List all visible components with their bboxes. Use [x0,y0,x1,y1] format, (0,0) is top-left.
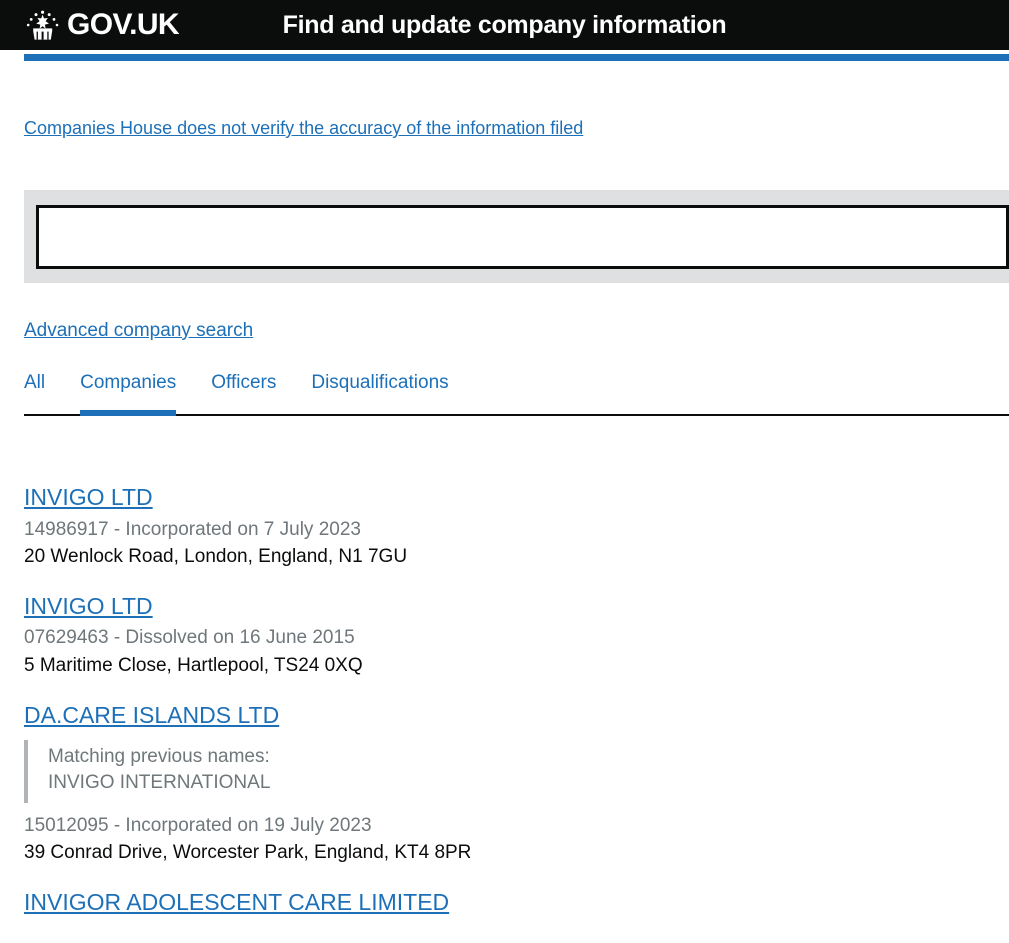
search-panel [24,190,1009,283]
result-meta: 15012095 - Incorporated on 19 July 2023 [24,814,372,836]
advanced-search: Advanced company search [24,320,253,342]
search-results-list: INVIGO LTD 14986917 - Incorporated on 7 … [24,484,1009,943]
result-company-link[interactable]: INVIGO LTD [24,593,153,621]
previous-names-label: Matching previous names: [48,746,270,768]
blue-accent-strip [24,54,1009,61]
disclaimer: Companies House does not verify the accu… [24,118,583,139]
result-item: INVIGOR ADOLESCENT CARE LIMITED [24,889,1009,922]
tab-companies[interactable]: Companies [80,368,177,416]
tab-disqualifications[interactable]: Disqualifications [311,368,448,414]
govuk-header: GOV.UK Find and update company informati… [0,0,1009,50]
advanced-company-search-link[interactable]: Advanced company search [24,320,253,341]
tab-all-link[interactable]: All [24,368,45,394]
matching-previous-names: Matching previous names: INVIGO INTERNAT… [24,740,1009,803]
result-address: 39 Conrad Drive, Worcester Park, England… [24,842,472,864]
tab-officers[interactable]: Officers [211,368,276,414]
tab-all[interactable]: All [24,368,45,414]
results-tabs: All Companies Officers Disqualifications [24,368,1009,416]
tab-companies-link[interactable]: Companies [80,368,176,394]
result-meta: 07629463 - Dissolved on 16 June 2015 [24,627,355,649]
result-company-link[interactable]: INVIGO LTD [24,484,153,512]
result-company-link[interactable]: INVIGOR ADOLESCENT CARE LIMITED [24,889,449,917]
result-address: 20 Wenlock Road, London, England, N1 7GU [24,546,408,568]
result-item: INVIGO LTD 14986917 - Incorporated on 7 … [24,484,1009,571]
govuk-logotype: GOV.UK [67,8,180,41]
tabs-list: All Companies Officers Disqualifications [24,368,1009,416]
result-company-link[interactable]: DA.CARE ISLANDS LTD [24,702,279,730]
result-item: INVIGO LTD 07629463 - Dissolved on 16 Ju… [24,593,1009,680]
govuk-home-link[interactable]: GOV.UK [24,8,180,41]
disclaimer-link[interactable]: Companies House does not verify the accu… [24,118,583,138]
search-input[interactable] [36,205,1009,269]
result-address: 5 Maritime Close, Hartlepool, TS24 0XQ [24,654,363,676]
result-meta: 14986917 - Incorporated on 7 July 2023 [24,518,361,540]
previous-names-value: INVIGO INTERNATIONAL [48,772,271,794]
result-item: DA.CARE ISLANDS LTD Matching previous na… [24,702,1009,867]
crown-icon [24,9,62,41]
tab-disqualifications-link[interactable]: Disqualifications [311,368,448,394]
tab-officers-link[interactable]: Officers [211,368,276,394]
